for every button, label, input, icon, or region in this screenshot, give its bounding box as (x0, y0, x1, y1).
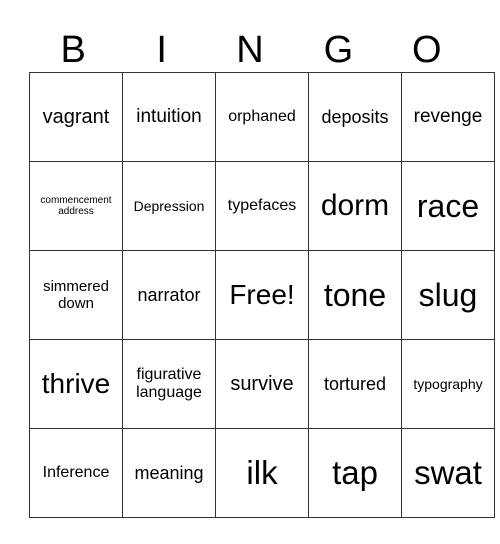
bingo-cell: dorm (308, 161, 402, 251)
bingo-cell: deposits (308, 72, 402, 162)
bingo-cell: intuition (122, 72, 216, 162)
bingo-cell: Depression (122, 161, 216, 251)
bingo-cell: simmered down (29, 250, 123, 340)
bingo-header: B I N G O (29, 28, 471, 72)
bingo-cell: slug (401, 250, 495, 340)
bingo-cell: vagrant (29, 72, 123, 162)
grid-row: Inference meaning ilk tap swat (29, 428, 495, 518)
grid-row: thrive figurative language survive tortu… (29, 339, 495, 429)
bingo-cell: revenge (401, 72, 495, 162)
bingo-cell: race (401, 161, 495, 251)
bingo-cell: figurative language (122, 339, 216, 429)
bingo-cell: ilk (215, 428, 309, 518)
bingo-cell: meaning (122, 428, 216, 518)
bingo-cell: tone (308, 250, 402, 340)
free-space-cell: Free! (215, 250, 309, 340)
bingo-grid: vagrant intuition orphaned deposits reve… (29, 72, 495, 518)
grid-row: vagrant intuition orphaned deposits reve… (29, 72, 495, 162)
bingo-cell: commencement address (29, 161, 123, 251)
bingo-cell: tap (308, 428, 402, 518)
bingo-cell: orphaned (215, 72, 309, 162)
grid-row: simmered down narrator Free! tone slug (29, 250, 495, 340)
bingo-cell: typography (401, 339, 495, 429)
header-letter-i: I (156, 29, 167, 71)
header-letter-n: N (236, 29, 264, 71)
bingo-cell: Inference (29, 428, 123, 518)
bingo-cell: survive (215, 339, 309, 429)
header-letter-b: B (60, 29, 86, 71)
bingo-cell: swat (401, 428, 495, 518)
bingo-cell: thrive (29, 339, 123, 429)
header-letter-o: O (412, 29, 442, 71)
bingo-cell: narrator (122, 250, 216, 340)
bingo-cell: typefaces (215, 161, 309, 251)
header-letter-g: G (323, 29, 354, 71)
grid-row: commencement address Depression typeface… (29, 161, 495, 251)
bingo-cell: tortured (308, 339, 402, 429)
